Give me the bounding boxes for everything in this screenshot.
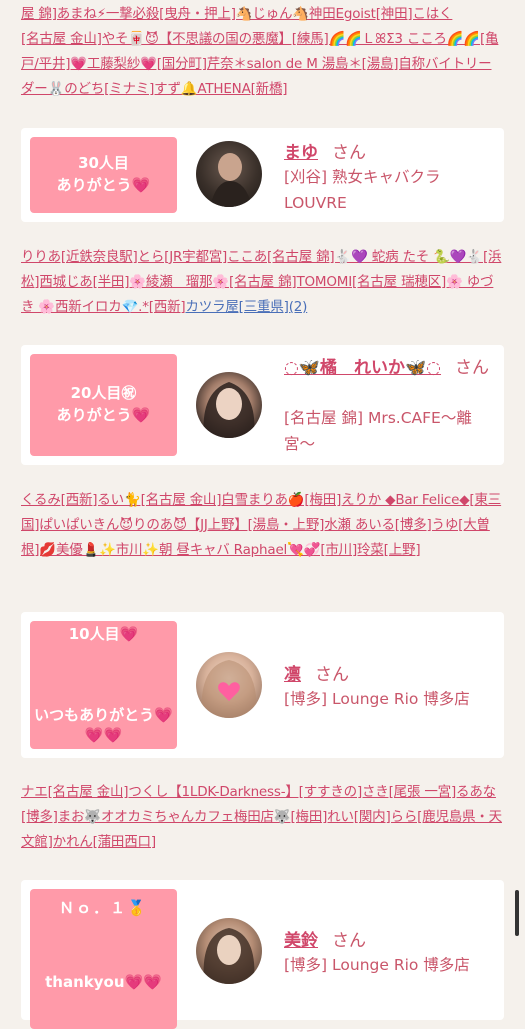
- avatar[interactable]: [196, 372, 262, 438]
- thanks-label: いつもありがとう💗💗💗: [34, 706, 173, 744]
- rank-ribbon: 20人目㊗ ありがとう💗: [30, 354, 177, 456]
- ranking-card[interactable]: 10人目💗 いつもありがとう💗💗💗 凛さん [博多] Lounge Rio 博多…: [21, 612, 504, 758]
- rank-label: Ｎｏ．１🥇: [59, 899, 148, 917]
- cast-name-text[interactable]: 凛: [284, 665, 301, 685]
- shop-link[interactable]: カツラ屋[三重県](2): [185, 299, 307, 315]
- ranking-card[interactable]: 20人目㊗ ありがとう💗 ◌🦋橘 れいか🦋◌ さん [名古屋 錦] Mrs.CAF…: [21, 345, 504, 465]
- ranking-card[interactable]: 30人目 ありがとう💗 まゆ さん [刈谷] 熟女キャバクラ LOUVRE: [21, 128, 504, 222]
- ranking-card[interactable]: Ｎｏ．１🥇 thankyou💗💗 美鈴 さん [博多] Lounge Rio 博多…: [21, 880, 504, 1029]
- cast-name-text[interactable]: まゆ: [284, 143, 318, 163]
- avatar-photo: [203, 928, 255, 984]
- thanks-label: thankyou💗💗: [45, 973, 162, 991]
- honorific: さん: [315, 665, 349, 685]
- cast-name-links[interactable]: くるみ[西新]るい🐈[名古屋 金山]白雪まりあ🍎[梅田]えりか ◆Bar Fel…: [21, 492, 501, 558]
- cast-name-text[interactable]: 美鈴: [284, 931, 318, 951]
- cast-name-links-2[interactable]: [名古屋 金山]やそ🀄😈【不思議の国の悪魔】[練馬]🌈🌈ＬꕤΣ3 こころ🌈🌈[亀…: [21, 31, 499, 97]
- avatar-photo: [203, 382, 255, 438]
- rank-ribbon: Ｎｏ．１🥇 thankyou💗💗: [30, 889, 177, 1029]
- cast-name-list: 屋 錦]あまね⚡一撃必殺[曳舟・押上]🐴じゅん🐴神田Egoist[神田]こはく …: [21, 2, 504, 102]
- rank-ribbon: 30人目 ありがとう💗: [30, 137, 177, 213]
- cast-name[interactable]: 凛さん: [284, 660, 349, 685]
- rank-label: 10人目💗: [68, 625, 139, 643]
- shop-name: [博多] Lounge Rio 博多店: [284, 690, 470, 708]
- shop-name: [刈谷] 熟女キャバクラ LOUVRE: [284, 168, 441, 212]
- avatar[interactable]: [196, 918, 262, 984]
- cast-name[interactable]: まゆ さん: [284, 138, 366, 163]
- cast-name-list: くるみ[西新]るい🐈[名古屋 金山]白雪まりあ🍎[梅田]えりか ◆Bar Fel…: [21, 488, 504, 563]
- honorific: さん: [332, 931, 366, 951]
- cast-name[interactable]: ◌🦋橘 れいか🦋◌ さん: [284, 355, 494, 381]
- scrollbar-thumb[interactable]: [515, 890, 519, 936]
- avatar[interactable]: [196, 652, 262, 718]
- shop-name: [博多] Lounge Rio 博多店: [284, 956, 470, 974]
- cast-name[interactable]: 美鈴 さん: [284, 926, 366, 951]
- cast-name-links-1[interactable]: 屋 錦]あまね⚡一撃必殺[曳舟・押上]🐴じゅん🐴神田Egoist[神田]こはく: [21, 6, 453, 22]
- cast-name-list: ナエ[名古屋 金山]つくし【1LDK-Darkness-】[すすきの]さき[尾張…: [21, 780, 504, 855]
- shop-name: [名古屋 錦] Mrs.CAFE〜離宮〜: [284, 409, 472, 453]
- thanks-label: ありがとう💗: [56, 406, 151, 424]
- rank-label: 20人目㊗: [70, 384, 137, 402]
- rank-label: 30人目: [78, 154, 129, 172]
- honorific: さん: [332, 143, 366, 163]
- avatar-photo: [201, 660, 257, 718]
- thanks-label: ありがとう💗: [56, 176, 151, 194]
- avatar-photo: [210, 153, 252, 207]
- honorific: さん: [455, 358, 490, 378]
- cast-name-list: りりあ[近鉄奈良駅]とら[JR宇都宮]ここあ[名古屋 錦]🐇💜 蛇病 たそ 🐍💜…: [21, 245, 504, 320]
- cast-name-text[interactable]: ◌🦋橘 れいか🦋◌: [284, 358, 441, 378]
- rank-ribbon: 10人目💗 いつもありがとう💗💗💗: [30, 621, 177, 749]
- avatar[interactable]: [196, 141, 262, 207]
- cast-name-links[interactable]: ナエ[名古屋 金山]つくし【1LDK-Darkness-】[すすきの]さき[尾張…: [21, 784, 502, 850]
